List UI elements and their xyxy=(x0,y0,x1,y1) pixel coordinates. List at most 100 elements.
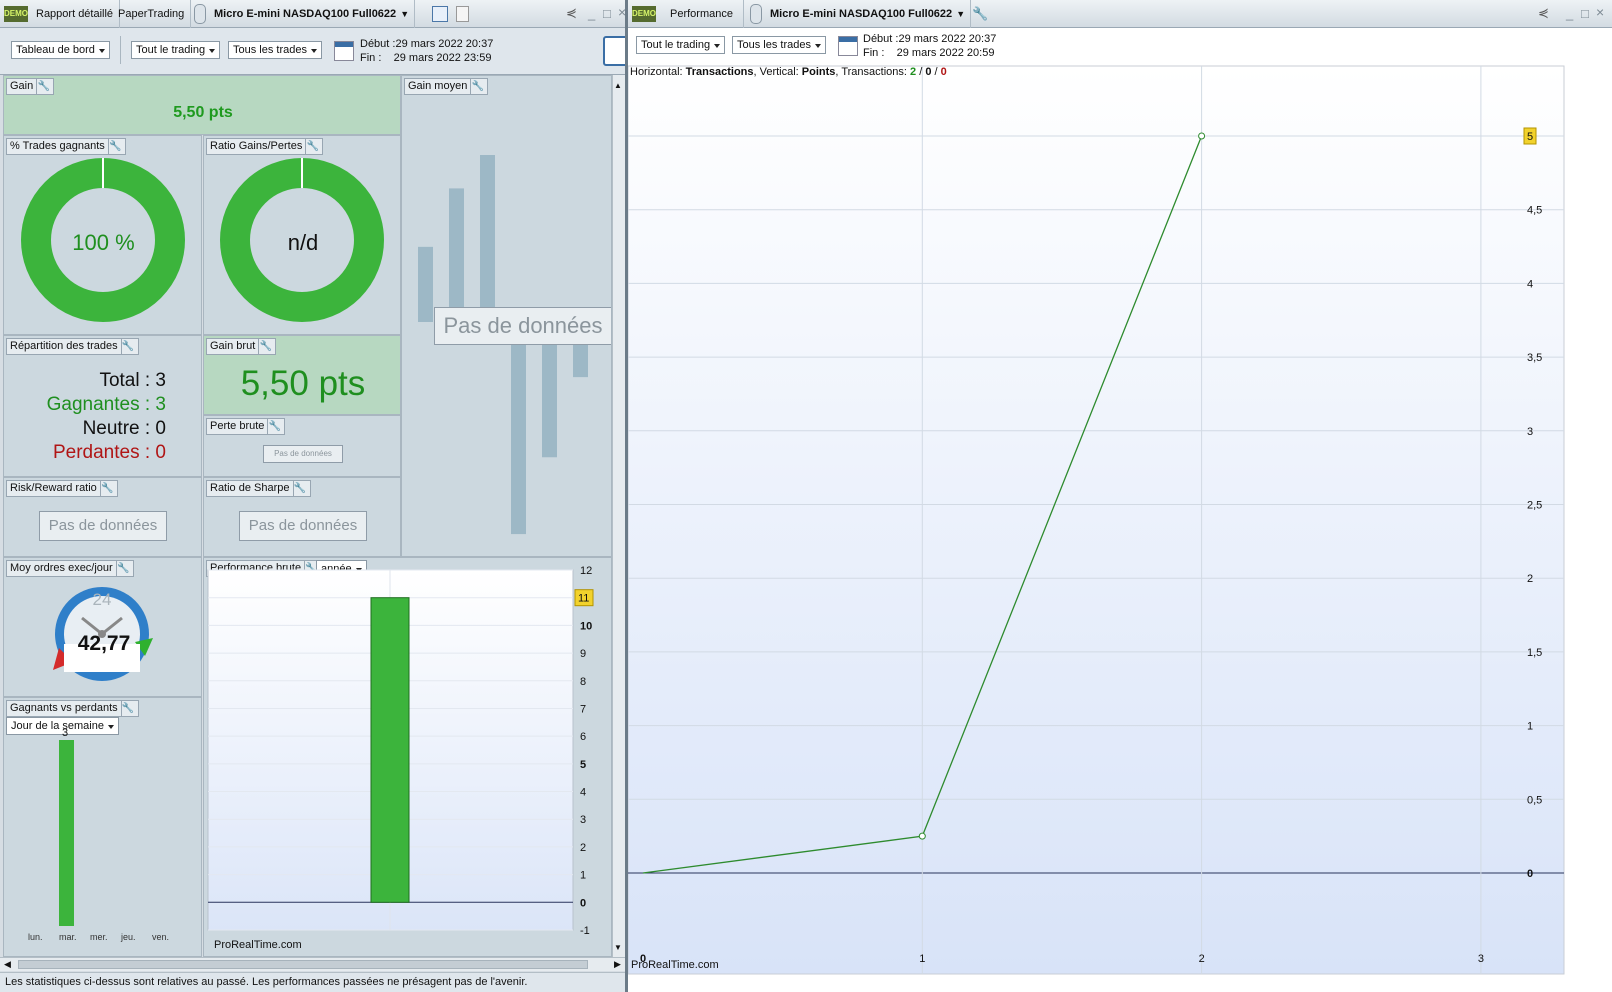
perf-brute-chart: 12109876543210-111 xyxy=(207,565,594,937)
trading-dropdown[interactable]: Tout le trading xyxy=(636,36,726,54)
share-icon[interactable]: ⋞ xyxy=(1538,5,1549,21)
wrench-icon[interactable]: 🔧 xyxy=(972,6,988,22)
link-icon[interactable] xyxy=(194,4,206,24)
gain-moyen-nodata: Pas de données xyxy=(434,307,611,345)
wrench-icon[interactable]: 🔧 xyxy=(107,139,122,154)
ratio-title-text: Ratio Gains/Pertes xyxy=(210,140,303,152)
perf-brute-tick: 1 xyxy=(580,870,586,882)
repartition-panel: Répartition des trades 🔧 Total : 3 Gagnan… xyxy=(3,335,202,477)
gain-title[interactable]: Gain 🔧 xyxy=(6,78,55,95)
trades-dropdown[interactable]: Tous les trades xyxy=(732,36,826,54)
wrench-icon[interactable]: 🔧 xyxy=(258,339,272,354)
ratio-title[interactable]: Ratio Gains/Pertes 🔧 xyxy=(206,138,324,155)
scroll-right-icon[interactable]: ▶ xyxy=(614,959,621,970)
risk-reward-title-text: Risk/Reward ratio xyxy=(10,482,97,494)
wrench-icon[interactable]: 🔧 xyxy=(120,339,135,354)
gain-moyen-panel: Gain moyen 🔧 Pas de données xyxy=(401,75,612,557)
pct-trades-title[interactable]: % Trades gagnants 🔧 xyxy=(6,138,126,155)
chart-info-line: Horizontal: Transactions, Vertical: Poin… xyxy=(630,66,947,78)
perf-y-tick: 0,5 xyxy=(1527,794,1542,806)
current-value-label: 5 xyxy=(1527,131,1533,143)
left-title-bar: DEMO Rapport détaillé PaperTrading Micro… xyxy=(0,0,626,28)
ratio-value: n/d xyxy=(287,230,319,255)
wrench-icon[interactable]: 🔧 xyxy=(292,481,307,496)
repartition-title[interactable]: Répartition des trades 🔧 xyxy=(6,338,139,355)
pct-value: 100 % xyxy=(72,230,135,255)
info-horizontal-label: Horizontal: xyxy=(630,66,686,78)
right-title-bar: DEMO Performance Micro E-mini NASDAQ100 … xyxy=(628,0,1612,28)
scroll-up-icon[interactable]: ▲ xyxy=(614,81,622,90)
gagnants-day-label: mer. xyxy=(90,932,108,942)
scroll-thumb[interactable] xyxy=(18,960,588,969)
chart-icon[interactable] xyxy=(432,6,448,22)
gauge-max: 24 xyxy=(92,590,112,609)
perf-y-tick: 2,5 xyxy=(1527,500,1542,512)
vertical-scrollbar[interactable]: ▲ ▼ xyxy=(612,75,625,957)
end-date: Fin : 29 mars 2022 23:59 xyxy=(360,52,492,64)
wrench-icon[interactable]: 🔧 xyxy=(267,419,281,434)
repartition-title-text: Répartition des trades xyxy=(10,340,118,352)
wrench-icon[interactable]: 🔧 xyxy=(115,561,130,576)
horizontal-scrollbar[interactable]: ◀ ▶ xyxy=(0,957,625,971)
perf-brute-tick: -1 xyxy=(580,925,590,937)
trading-dropdown[interactable]: Tout le trading xyxy=(131,41,221,59)
scroll-left-icon[interactable]: ◀ xyxy=(4,959,11,970)
performance-watermark: ProRealTime.com xyxy=(631,959,719,971)
copy-icon[interactable] xyxy=(456,6,469,22)
minimize-button[interactable]: _ xyxy=(588,6,595,21)
wrench-icon[interactable]: 🔧 xyxy=(99,481,114,496)
gain-panel: Gain 🔧 5,50 pts xyxy=(3,75,401,135)
scroll-down-icon[interactable]: ▼ xyxy=(614,943,622,952)
right-toolbar: Tout le trading Tous les trades Début :2… xyxy=(628,28,1612,64)
end-date: Fin : 29 mars 2022 20:59 xyxy=(863,47,995,59)
disclaimer-footer: Les statistiques ci-dessus sont relative… xyxy=(0,972,625,992)
gain-value: 5,50 pts xyxy=(173,104,233,121)
info-sep: / xyxy=(931,66,941,78)
tab-performance[interactable]: Performance xyxy=(660,0,744,28)
tab-rapport-detaille[interactable]: Rapport détaillé xyxy=(30,0,121,28)
demo-logo-icon: DEMO xyxy=(632,6,656,22)
wrench-icon[interactable]: 🔧 xyxy=(305,139,319,154)
info-transactions-lose: 0 xyxy=(940,66,947,78)
perf-brute-tick: 8 xyxy=(580,676,586,688)
gain-brut-title-text: Gain brut xyxy=(210,340,256,352)
link-icon[interactable] xyxy=(750,4,762,24)
minimize-button[interactable]: _ xyxy=(1566,6,1573,21)
total-count: Total : 3 xyxy=(99,370,166,391)
gagnants-day-label: ven. xyxy=(152,932,169,942)
perf-brute-tick: 4 xyxy=(580,787,586,799)
sharpe-nodata: Pas de données xyxy=(239,511,367,541)
maximize-button[interactable]: □ xyxy=(603,6,611,21)
perf-y-tick: 1,5 xyxy=(1527,647,1542,659)
moy-ordres-title[interactable]: Moy ordres exec/jour 🔧 xyxy=(6,560,134,577)
instrument-selector[interactable]: Micro E-mini NASDAQ100 Full0622 ▼ xyxy=(208,0,416,28)
dashboard-dropdown[interactable]: Tableau de bord xyxy=(11,41,110,59)
gagnants-panel: Gagnants vs perdants 🔧 Jour de la semaine… xyxy=(3,697,202,957)
instrument-selector[interactable]: Micro E-mini NASDAQ100 Full0622 ▼ xyxy=(764,0,972,28)
perf-brute-panel: Performance brute 🔧 année 12 10 9 8 7 6 5 4 3 2 1 0-… xyxy=(203,557,612,957)
perf-y-tick: 0 xyxy=(1527,868,1533,880)
calendar-icon[interactable] xyxy=(838,36,858,56)
trades-dropdown[interactable]: Tous les trades xyxy=(228,41,322,59)
gagnants-chart: 3 lun. mar. mer. jeu. ven. xyxy=(28,727,169,942)
gagnants-bar xyxy=(59,740,74,926)
calendar-icon[interactable] xyxy=(334,41,354,61)
risk-reward-panel: Risk/Reward ratio 🔧 Pas de données xyxy=(3,477,202,557)
risk-reward-title[interactable]: Risk/Reward ratio 🔧 xyxy=(6,480,118,497)
info-vertical: Points xyxy=(801,66,836,78)
perf-y-tick: 4 xyxy=(1527,278,1533,290)
gagnantes-count: Gagnantes : 3 xyxy=(46,394,166,415)
gain-brut-title[interactable]: Gain brut 🔧 xyxy=(206,338,277,355)
ratio-panel: Ratio Gains/Pertes 🔧 n/d xyxy=(203,135,401,335)
sharpe-title[interactable]: Ratio de Sharpe 🔧 xyxy=(206,480,311,497)
perf-brute-tick: 10 xyxy=(580,620,592,632)
maximize-button[interactable]: □ xyxy=(1581,6,1589,21)
perte-brute-title[interactable]: Perte brute 🔧 xyxy=(206,418,286,435)
share-icon[interactable]: ⋞ xyxy=(566,5,577,21)
gagnants-bar-label: 3 xyxy=(62,727,68,739)
wrench-icon[interactable]: 🔧 xyxy=(36,79,50,94)
toolbar-divider xyxy=(120,36,121,64)
risk-reward-nodata: Pas de données xyxy=(39,511,167,541)
tab-papertrading[interactable]: PaperTrading xyxy=(112,0,192,28)
close-button[interactable]: × xyxy=(1596,4,1604,20)
